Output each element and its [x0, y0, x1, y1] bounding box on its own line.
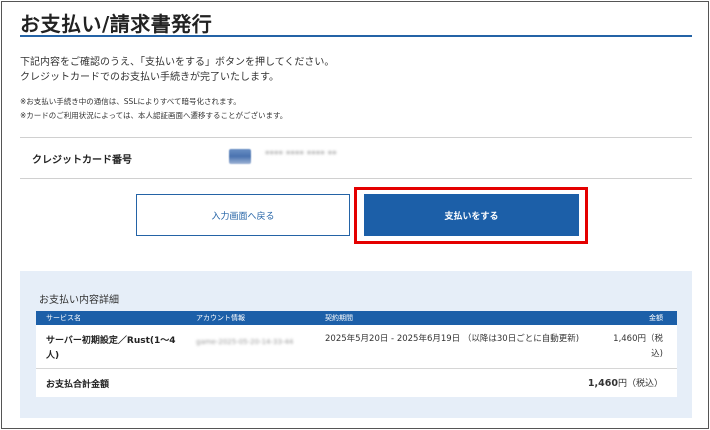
payment-details-title: お支払い内容詳細 [39, 295, 119, 306]
table-row: サーバー初期設定／Rust(1〜4人) game-2025-05-20-14-3… [36, 325, 677, 369]
credit-card-brand-icon [229, 149, 251, 164]
row-amount: 1,460円（税 込) [613, 332, 663, 362]
page-title: お支払い/請求書発行 [20, 12, 213, 36]
account-info: game-2025-05-20-14-33-44 [196, 338, 294, 346]
service-name: サーバー初期設定／Rust(1〜4人) [46, 336, 176, 361]
notes: ※お支払い手続き中の通信は、SSLによりすべて暗号化されます。 ※カードのご利用… [20, 95, 287, 123]
intro-text: 下記内容をご確認のうえ、「支払いをする」ボタンを押してください。 クレジットカー… [20, 55, 334, 85]
payment-details-table: サービス名 アカウント情報 契約期間 金額 サーバー初期設定／Rust(1〜4人… [36, 311, 677, 397]
title-divider [20, 35, 692, 37]
total-label: お支払合計金額 [46, 380, 110, 390]
card-number-label: クレジットカード番号 [32, 155, 132, 166]
row-amount-tax: 込) [651, 349, 663, 359]
card-number-value: **** **** **** ** [265, 150, 337, 160]
column-header-period: 契約期間 [325, 314, 353, 322]
intro-line-1: 下記内容をご確認のうえ、「支払いをする」ボタンを押してください。 [20, 57, 335, 68]
note-ssl: ※お支払い手続き中の通信は、SSLによりすべて暗号化されます。 [20, 97, 241, 106]
total-amount-value: 1,460 [587, 378, 618, 389]
note-authentication: ※カードのご利用状況によっては、本人認証画面へ遷移することがございます。 [20, 111, 288, 120]
contract-period: 2025年5月20日 - 2025年6月19日 （以降は30日ごとに自動更新) [325, 334, 580, 344]
column-header-account: アカウント情報 [196, 314, 245, 322]
column-header-service: サービス名 [46, 314, 81, 322]
table-header: サービス名 アカウント情報 契約期間 金額 [36, 311, 677, 325]
total-row: お支払合計金額 1,460円（税込） [36, 369, 677, 397]
row-amount-value: 1,460円（税 [613, 334, 663, 344]
payment-details-panel: お支払い内容詳細 サービス名 アカウント情報 契約期間 金額 サーバー初期設定／… [20, 271, 692, 418]
card-number-row: クレジットカード番号 **** **** **** ** [20, 137, 692, 179]
total-amount: 1,460円（税込） [588, 376, 663, 389]
pay-button[interactable]: 支払いをする [364, 194, 579, 236]
column-header-amount: 金額 [649, 314, 663, 322]
back-to-input-button[interactable]: 入力画面へ戻る [136, 194, 350, 236]
intro-line-2: クレジットカードでのお支払い手続きが完了いたします。 [20, 72, 279, 83]
total-amount-unit: 円（税込） [617, 379, 663, 389]
